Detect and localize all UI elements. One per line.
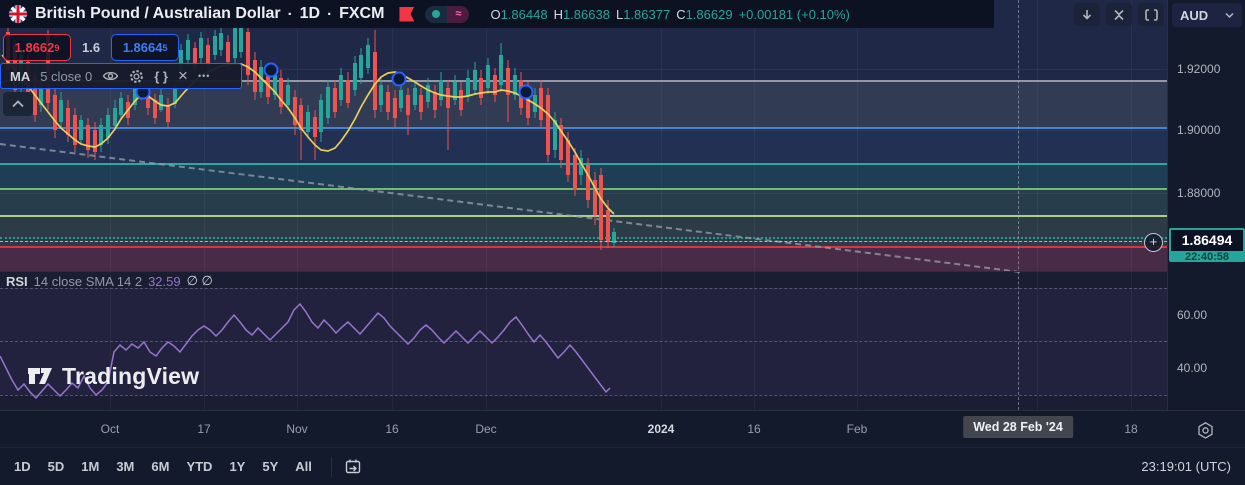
gear-icon[interactable]: [129, 69, 144, 84]
pane-controls: [1074, 3, 1164, 26]
currency-label: AUD: [1180, 7, 1209, 23]
ma-indicator-toolbar[interactable]: MA 5 close 0 { } × •••: [0, 63, 242, 89]
open-value: 1.86448: [500, 6, 548, 22]
range-button-5Y[interactable]: 5Y: [262, 459, 278, 474]
current-price-label: 1.86494 22:40:58: [1169, 228, 1245, 262]
range-button-3M[interactable]: 3M: [116, 459, 134, 474]
fullscreen-icon[interactable]: [1138, 3, 1164, 26]
exchange-label[interactable]: FXCM: [339, 5, 384, 23]
pane-divider[interactable]: [0, 271, 1245, 272]
tradingview-logo-icon: [28, 368, 52, 384]
time-axis-label: Dec: [475, 422, 497, 436]
range-button-1Y[interactable]: 1Y: [229, 459, 245, 474]
price-axis-label: 40.00: [1177, 361, 1208, 375]
ma-indicator-name: MA: [10, 68, 31, 84]
collapse-legend-button[interactable]: [3, 92, 33, 116]
range-button-YTD[interactable]: YTD: [186, 459, 212, 474]
price-axis[interactable]: AUD 1.92000 1.90000 1.88000 60.00 40.00 1.86…: [1167, 0, 1245, 410]
ohlc-readout: O1.86448 H1.86638 L1.86377 C1.86629 +0.0…: [490, 7, 849, 22]
go-to-date-icon[interactable]: [344, 458, 362, 475]
interval-label[interactable]: 1D: [300, 5, 320, 23]
time-axis-label: 17: [197, 422, 211, 436]
separator-dot: ·: [327, 5, 333, 23]
range-button-1D[interactable]: 1D: [14, 459, 31, 474]
time-axis-label: Feb: [846, 422, 868, 436]
eye-icon[interactable]: [102, 70, 119, 82]
utc-clock: 23:19:01 (UTC): [1141, 459, 1231, 474]
source-code-icon[interactable]: { }: [154, 69, 168, 84]
close-value: 1.86629: [685, 6, 733, 22]
open-label: O: [490, 6, 501, 22]
candlestick-and-rsi-plot: [0, 22, 616, 400]
price-axis-label: 1.90000: [1177, 123, 1221, 137]
red-flag-icon[interactable]: [399, 6, 415, 22]
chevron-down-icon: [1225, 12, 1234, 18]
currency-dropdown[interactable]: AUD: [1172, 3, 1242, 27]
collapse-panes-icon[interactable]: [1106, 3, 1132, 26]
buy-button[interactable]: 1.8664 5: [111, 34, 180, 61]
close-icon[interactable]: ×: [178, 67, 188, 84]
timezone-settings-icon[interactable]: [1193, 418, 1217, 442]
rsi-indicator-legend[interactable]: RSI 14 close SMA 14 2 32.59 ∅ ∅: [6, 273, 213, 289]
time-axis-label: 16: [747, 422, 761, 436]
crosshair-date-label: Wed 28 Feb '24: [963, 416, 1073, 438]
chevron-up-icon: [12, 100, 24, 108]
trade-panel: 1.8662 9 1.6 1.8664 5: [3, 34, 180, 61]
price-axis-label: 60.00: [1177, 308, 1208, 322]
range-button-5D[interactable]: 5D: [48, 459, 65, 474]
market-status-toggle[interactable]: ≈: [425, 5, 470, 23]
high-value: 1.86638: [562, 6, 610, 22]
sell-button[interactable]: 1.8662 9: [3, 34, 71, 61]
tradingview-wordmark: TradingView: [62, 362, 200, 389]
change-value: +0.00181 (+0.10%): [738, 6, 850, 22]
rsi-nan-values: ∅ ∅: [186, 273, 213, 288]
rsi-indicator-params: 14 close SMA 14 2: [33, 273, 143, 289]
time-axis[interactable]: Oct 17 Nov 16 Dec 2024 16 Feb 18 Wed 28 Feb '24: [0, 410, 1245, 447]
tradingview-watermark[interactable]: TradingView: [26, 362, 199, 390]
high-label: H: [553, 6, 563, 22]
time-axis-label: 2024: [647, 422, 675, 436]
current-price-line: [0, 241, 1167, 242]
future-date-crosshair-line: [1018, 0, 1019, 410]
chart-canvas[interactable]: + British Pound / Australian Dollar · 1D…: [0, 0, 1167, 410]
green-dot-icon: [425, 5, 448, 23]
separator-dot: ·: [287, 5, 293, 23]
symbol-title[interactable]: British Pound / Australian Dollar: [35, 5, 281, 23]
pink-wave-icon: ≈: [447, 5, 470, 23]
time-axis-label: 18: [1124, 422, 1138, 436]
rsi-indicator-name: RSI: [6, 273, 28, 289]
price-axis-label: 1.88000: [1177, 186, 1221, 200]
bar-countdown: 22:40:58: [1171, 251, 1243, 260]
ma-indicator-params: 5 close 0: [40, 68, 93, 84]
low-value: 1.86377: [623, 6, 671, 22]
tradingview-chart-window: + British Pound / Australian Dollar · 1D…: [0, 0, 1245, 485]
range-button-1M[interactable]: 1M: [81, 459, 99, 474]
gb-au-flag-icon: [9, 5, 27, 23]
spread-value: 1.6: [82, 40, 101, 55]
price-axis-label: 1.92000: [1177, 62, 1221, 76]
time-axis-label: 16: [385, 422, 399, 436]
close-label: C: [676, 6, 686, 22]
range-button-6M[interactable]: 6M: [151, 459, 169, 474]
add-alert-plus-icon[interactable]: +: [1144, 233, 1163, 252]
time-axis-label: Nov: [286, 422, 308, 436]
symbol-legend-bar: British Pound / Australian Dollar · 1D ·…: [0, 0, 994, 28]
time-axis-label: Oct: [100, 422, 120, 436]
range-button-All[interactable]: All: [295, 459, 312, 474]
rsi-value: 32.59: [148, 273, 181, 289]
download-arrow-icon[interactable]: [1074, 3, 1100, 26]
toolbar-divider: [330, 456, 332, 477]
bottom-toolbar: 1D 5D 1M 3M 6M YTD 1Y 5Y All 23:19:01 (UTC): [0, 447, 1245, 485]
more-options-icon[interactable]: •••: [198, 71, 210, 81]
